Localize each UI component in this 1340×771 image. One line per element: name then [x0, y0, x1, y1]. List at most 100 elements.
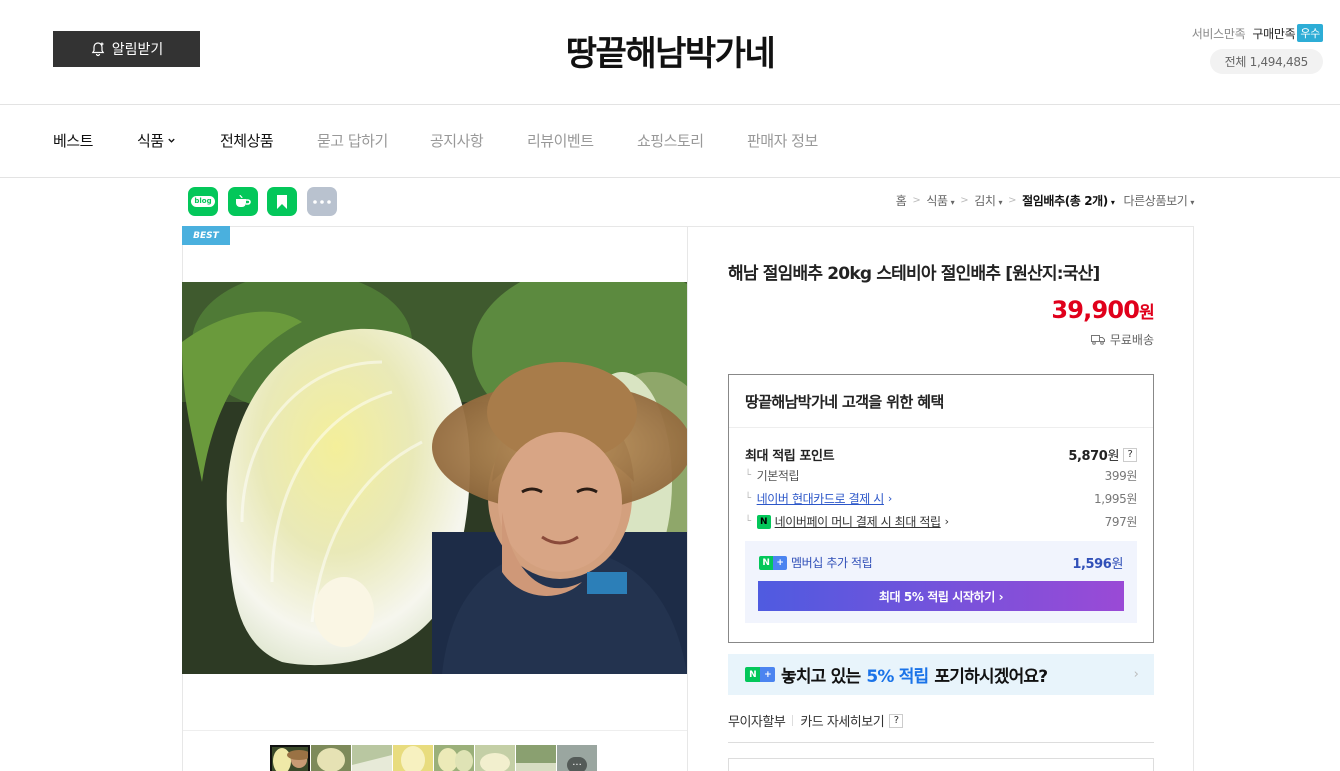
thumb-image: [393, 745, 433, 771]
thumb-image: [434, 745, 474, 771]
thumb-image: [352, 745, 392, 771]
thumbnail-4[interactable]: [393, 745, 433, 771]
membership-label: 멤버십 추가 적립: [791, 556, 873, 570]
best-badge: BEST: [182, 226, 230, 245]
more-thumbs-icon: ···: [567, 757, 587, 771]
max-point-row: 최대 적립 포인트 5,870원 ?: [745, 445, 1137, 464]
thumbnail-7[interactable]: [516, 745, 556, 771]
tree-branch-icon: └: [745, 470, 751, 481]
membership-value: 1,596원: [1072, 553, 1123, 572]
panel-divider: [687, 226, 688, 771]
section-divider: [728, 742, 1154, 743]
membership-start-button[interactable]: 최대 5% 적립 시작하기 ›: [758, 581, 1124, 611]
promo-highlight: 5% 적립: [866, 667, 929, 687]
nav-qna[interactable]: 묻고 답하기: [317, 130, 430, 151]
card-point-link[interactable]: 네이버 현대카드로 결제 시: [757, 490, 885, 507]
grade-badge: 우수: [1297, 24, 1323, 42]
option-box: [728, 758, 1154, 771]
nav-label: 베스트: [53, 132, 93, 150]
max-point-label: 최대 적립 포인트: [745, 449, 835, 464]
share-cafe-button[interactable]: [228, 187, 258, 216]
thumb-image: [516, 745, 556, 771]
breadcrumb-current[interactable]: 절임배추(총 2개) ▾: [1022, 192, 1115, 209]
chevron-right-icon: >: [912, 195, 921, 206]
product-photo: [182, 282, 687, 674]
card-links: 무이자할부 카드 자세히보기 ?: [728, 711, 904, 730]
caret-down-icon: ▾: [998, 198, 1003, 207]
nav-label: 리뷰이벤트: [527, 132, 594, 150]
nav-notice[interactable]: 공지사항: [430, 130, 527, 151]
store-nav: 베스트 식품 전체상품 묻고 답하기 공지사항 리뷰이벤트 쇼핑스토리 판매자 …: [53, 130, 818, 151]
basic-point-row: └ 기본적립 399원: [745, 467, 1137, 484]
share-bookmark-button[interactable]: [267, 187, 297, 216]
chevron-right-icon: ›: [1133, 667, 1139, 682]
membership-row: N + 멤버십 추가 적립 1,596원: [759, 553, 1123, 572]
product-main-image[interactable]: [182, 282, 687, 674]
max-point-value: 5,870원 ?: [1068, 445, 1137, 464]
thumbnail-more[interactable]: ···: [557, 745, 597, 771]
price-unit: 원: [1139, 303, 1155, 323]
installment-link[interactable]: 무이자할부: [728, 711, 786, 730]
store-title[interactable]: 땅끝해남박가네: [0, 26, 1340, 75]
npay-point-link[interactable]: 네이버페이 머니 결제 시 최대 적립: [775, 513, 941, 530]
thumbnail-3[interactable]: [352, 745, 392, 771]
cafe-cup-icon: [236, 194, 251, 207]
breadcrumb-label: 김치: [974, 194, 996, 208]
nav-best[interactable]: 베스트: [53, 130, 137, 151]
thumb-image: [270, 745, 310, 771]
tree-branch-icon: └: [745, 493, 751, 504]
max-point-number: 5,870: [1068, 449, 1108, 464]
breadcrumb-label: 식품: [926, 194, 948, 208]
nav-divider: [0, 177, 1340, 178]
breadcrumb-food[interactable]: 식품 ▾: [926, 192, 954, 209]
blog-icon: blog: [191, 196, 215, 207]
breadcrumb: 홈 > 식품 ▾ > 김치 ▾ > 절임배추(총 2개) ▾ 다른상품보기 ▾: [896, 192, 1195, 209]
thumbnail-strip: ···: [270, 745, 597, 771]
truck-icon: [1090, 335, 1105, 345]
promo-text-after: 포기하시겠어요?: [934, 667, 1048, 687]
help-button[interactable]: ?: [889, 713, 904, 728]
nav-label: 묻고 답하기: [317, 132, 388, 150]
share-more-button[interactable]: [307, 187, 337, 216]
nav-label: 판매자 정보: [747, 132, 818, 150]
thumbnail-5[interactable]: [434, 745, 474, 771]
benefit-title: 땅끝해남박가네 고객을 위한 혜택: [745, 393, 944, 411]
promo-banner[interactable]: N + 놓치고 있는 5% 적립 포기하시겠어요? ›: [728, 654, 1154, 695]
breadcrumb-home[interactable]: 홈: [896, 192, 907, 209]
nav-shopping-story[interactable]: 쇼핑스토리: [637, 130, 747, 151]
card-detail-link[interactable]: 카드 자세히보기: [800, 711, 884, 730]
caret-down-icon: ▾: [1110, 198, 1115, 207]
promo-text-before: 놓치고 있는: [781, 667, 861, 687]
nav-label: 식품: [137, 132, 164, 150]
link-separator: [792, 715, 794, 726]
basic-point-value: 399원: [1104, 469, 1138, 483]
bookmark-icon: [277, 194, 287, 209]
chevron-right-icon: ›: [887, 492, 892, 505]
nav-all-products[interactable]: 전체상품: [220, 130, 317, 151]
card-point-row: └ 네이버 현대카드로 결제 시 › 1,995원: [745, 490, 1137, 507]
product-price: 39,900원: [1051, 296, 1154, 324]
other-products-button[interactable]: 다른상품보기 ▾: [1124, 192, 1195, 209]
benefit-divider: [729, 427, 1153, 428]
nav-review-event[interactable]: 리뷰이벤트: [527, 130, 637, 151]
share-blog-button[interactable]: blog: [188, 187, 218, 216]
thumbs-divider: [183, 730, 687, 731]
thumbnail-1[interactable]: [270, 745, 310, 771]
won-unit: 원: [1107, 449, 1119, 464]
npay-point-value: 797원: [1104, 515, 1138, 529]
membership-box: N + 멤버십 추가 적립 1,596원 최대 5% 적립 시작하기 ›: [745, 541, 1137, 623]
help-button[interactable]: ?: [1123, 447, 1137, 462]
npay-point-row: └ N 네이버페이 머니 결제 시 최대 적립 › 797원: [745, 513, 1137, 530]
thumbnail-6[interactable]: [475, 745, 515, 771]
nav-food[interactable]: 식품: [137, 130, 220, 151]
membership-number: 1,596: [1072, 557, 1112, 572]
more-dots-icon: [313, 199, 331, 204]
breadcrumb-kimchi[interactable]: 김치 ▾: [974, 192, 1002, 209]
thumbnail-2[interactable]: [311, 745, 351, 771]
nav-label: 전체상품: [220, 132, 274, 150]
nav-seller-info[interactable]: 판매자 정보: [747, 130, 818, 151]
card-point-value: 1,995원: [1094, 492, 1137, 506]
chevron-down-icon: [167, 138, 175, 143]
thumb-image: [311, 745, 351, 771]
thumb-image: [475, 745, 515, 771]
